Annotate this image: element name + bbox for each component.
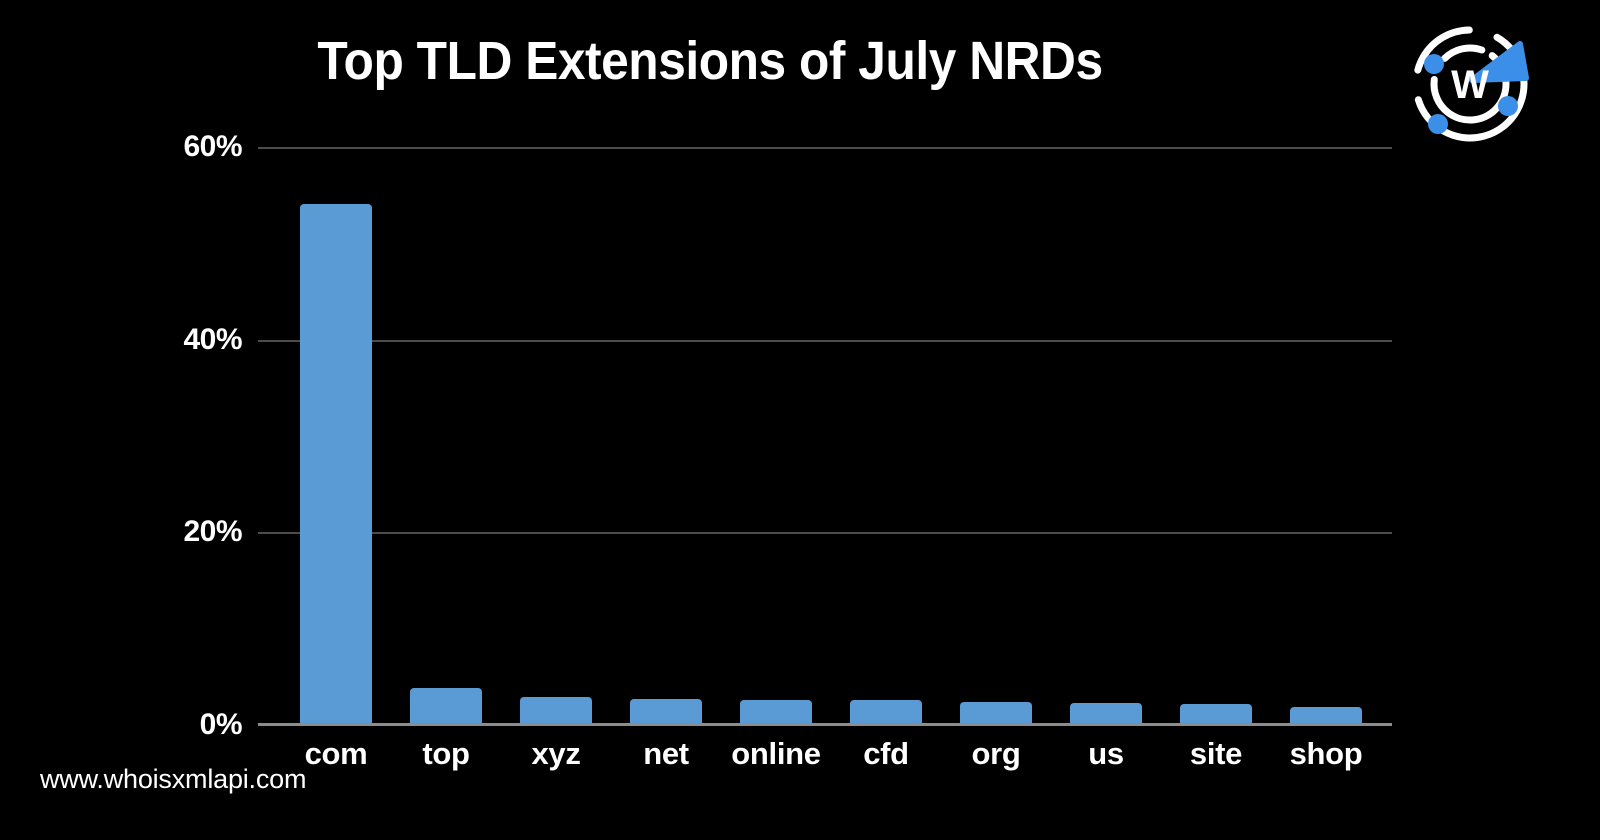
bar-us[interactable] [1070,702,1142,725]
bar-online[interactable] [740,699,812,725]
bar-cfd[interactable] [850,699,922,725]
plot-area [258,147,1392,726]
logo-letter-w: W [1451,63,1489,107]
bar-net[interactable] [630,699,702,725]
bar-top[interactable] [410,688,482,725]
whoisxmlapi-logo: W [1408,22,1532,146]
logo-node-lower-right [1498,96,1518,116]
gridline [258,339,1392,342]
bar-site[interactable] [1180,703,1252,725]
bar-com[interactable] [300,203,372,725]
bar-org[interactable] [960,701,1032,725]
x-tick-label-shop: shop [1289,736,1363,771]
bar-xyz[interactable] [520,697,592,725]
gridline [258,532,1392,535]
page-title: Top TLD Extensions of July NRDs [317,31,1103,91]
y-tick-label: 0% [199,708,243,741]
logo-node-lower-left [1428,114,1448,134]
chart-figure: Top TLD Extensions of July NRDs W 0% 20% 4… [0,0,1600,840]
footer-url: www.whoisxmlapi.com [40,764,307,794]
y-tick-label: 20% [183,515,242,549]
gridline [258,147,1392,149]
logo-node-upper-left [1424,54,1444,74]
y-tick-label: 60% [183,130,242,163]
y-tick-label: 40% [183,322,242,356]
x-axis-line [258,723,1392,726]
